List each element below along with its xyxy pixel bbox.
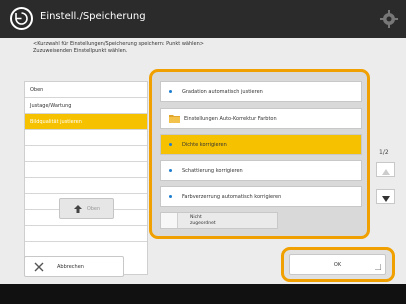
scroll-up-button[interactable] — [376, 162, 395, 177]
option-gradation[interactable]: Gradation automatisch justieren — [160, 81, 362, 102]
option-label: Gradation automatisch justieren — [182, 88, 263, 95]
bullet-icon — [169, 169, 172, 172]
bullet-icon — [169, 143, 172, 146]
x-icon — [33, 261, 45, 273]
not-assigned-line-2: zugeordnet — [190, 220, 216, 226]
back-circle-icon[interactable] — [10, 7, 33, 30]
tree-item-empty — [25, 146, 147, 162]
cancel-label: Abbrechen — [57, 263, 84, 270]
chevron-up-icon — [381, 160, 390, 179]
folder-icon — [169, 114, 180, 123]
bottom-bar — [0, 284, 406, 304]
option-auto-korrektur[interactable]: Einstellungen Auto-Korrektur Farbton — [160, 108, 362, 129]
header-bar: Einstell./Speicherung — [0, 0, 406, 38]
instruction-text: <Kurzwahl für Einstellungen/Speicherung … — [33, 41, 293, 55]
go-up-button[interactable]: Oben — [59, 198, 114, 219]
cancel-button[interactable]: Abbrechen — [24, 256, 124, 277]
bullet-icon — [169, 195, 172, 198]
chevron-down-icon — [381, 187, 390, 206]
instruction-line-2: Zuzuweisenden Einstellpunkt wählen. — [33, 48, 128, 54]
tree-item-empty — [25, 130, 147, 146]
settings-tree-list: Oben Justage/Wartung Bildqualität justie… — [24, 81, 148, 275]
go-up-label: Oben — [86, 205, 101, 212]
option-dichte[interactable]: Dichte korrigieren — [160, 134, 362, 155]
tree-item-empty — [25, 226, 147, 242]
tree-item-bildqualitaet[interactable]: Bildqualität justieren — [25, 114, 147, 130]
tree-item-oben[interactable]: Oben — [25, 82, 147, 98]
ok-button-frame: OK — [281, 247, 395, 282]
option-label: Schattierung korrigieren — [182, 167, 243, 174]
ok-label: OK — [333, 261, 342, 268]
up-arrow-icon — [73, 204, 83, 214]
option-label: Dichte korrigieren — [182, 141, 227, 148]
not-assigned-button[interactable]: Nicht zugeordnet — [160, 212, 278, 229]
checkbox-icon — [161, 213, 178, 228]
gear-icon[interactable] — [379, 9, 399, 29]
options-panel: Gradation automatisch justieren Einstell… — [149, 69, 370, 239]
instruction-line-1: <Kurzwahl für Einstellungen/Speicherung … — [33, 41, 204, 47]
tree-item-justage[interactable]: Justage/Wartung — [25, 98, 147, 114]
bullet-icon — [169, 90, 172, 93]
tree-item-empty — [25, 162, 147, 178]
tree-item-empty — [25, 178, 147, 194]
page-indicator: 1/2 — [379, 149, 389, 156]
ok-button[interactable]: OK — [289, 254, 386, 275]
option-label: Farbverzerrung automatisch korrigieren — [182, 193, 282, 200]
scroll-down-button[interactable] — [376, 189, 395, 204]
page-title: Einstell./Speicherung — [40, 11, 146, 22]
option-label: Einstellungen Auto-Korrektur Farbton — [184, 115, 277, 122]
not-assigned-line-1: Nicht — [190, 215, 202, 220]
option-schattierung[interactable]: Schattierung korrigieren — [160, 160, 362, 181]
option-farbverzerrung[interactable]: Farbverzerrung automatisch korrigieren — [160, 186, 362, 207]
corner-mark-icon — [375, 264, 382, 271]
main-content: <Kurzwahl für Einstellungen/Speicherung … — [0, 38, 406, 284]
not-assigned-label: Nicht zugeordnet — [190, 215, 216, 226]
